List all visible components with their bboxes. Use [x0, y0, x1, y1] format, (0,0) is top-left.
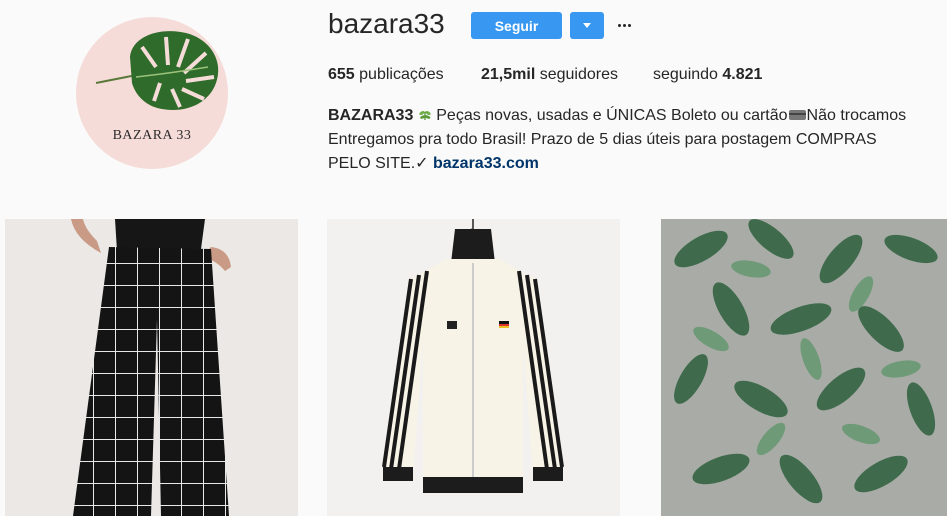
monstera-leaf-icon — [95, 31, 219, 110]
following-label: seguindo — [653, 66, 723, 83]
post-thumbnail-1[interactable] — [5, 219, 298, 516]
post-thumbnail-2[interactable] — [327, 219, 620, 516]
follow-button[interactable]: Seguir — [471, 12, 562, 39]
ellipsis-icon — [617, 23, 631, 27]
followers-stat[interactable]: 21,5mil seguidores — [481, 66, 618, 84]
grid-pants-photo — [5, 219, 298, 516]
plants-photo — [661, 219, 947, 516]
track-jacket-photo — [327, 219, 620, 516]
bio-text-part1: Peças novas, usadas e ÚNICAS Boleto ou c… — [431, 107, 788, 124]
following-count: 4.821 — [722, 66, 763, 83]
post-thumbnail-3[interactable] — [661, 219, 947, 516]
more-options-button[interactable] — [614, 13, 634, 37]
herb-emoji-icon — [419, 110, 431, 120]
suggestions-dropdown-button[interactable] — [570, 12, 604, 39]
posts-label: publicações — [354, 66, 444, 83]
caret-down-icon — [583, 23, 591, 28]
website-link[interactable]: bazara33.com — [433, 155, 539, 172]
posts-count: 655 — [328, 66, 355, 83]
posts-stat: 655 publicações — [328, 66, 444, 84]
username: bazara33 — [328, 8, 445, 39]
followers-count: 21,5mil — [481, 66, 536, 83]
credit-card-emoji-icon — [788, 110, 806, 120]
following-stat[interactable]: seguindo 4.821 — [653, 66, 762, 84]
avatar-brand-text: BAZARA 33 — [112, 128, 192, 143]
bio-name: BAZARA33 — [328, 107, 414, 124]
profile-avatar[interactable]: BAZARA 33 — [76, 17, 228, 169]
followers-label: seguidores — [535, 66, 618, 83]
profile-bio: BAZARA33 Peças novas, usadas e ÚNICAS Bo… — [328, 104, 908, 176]
